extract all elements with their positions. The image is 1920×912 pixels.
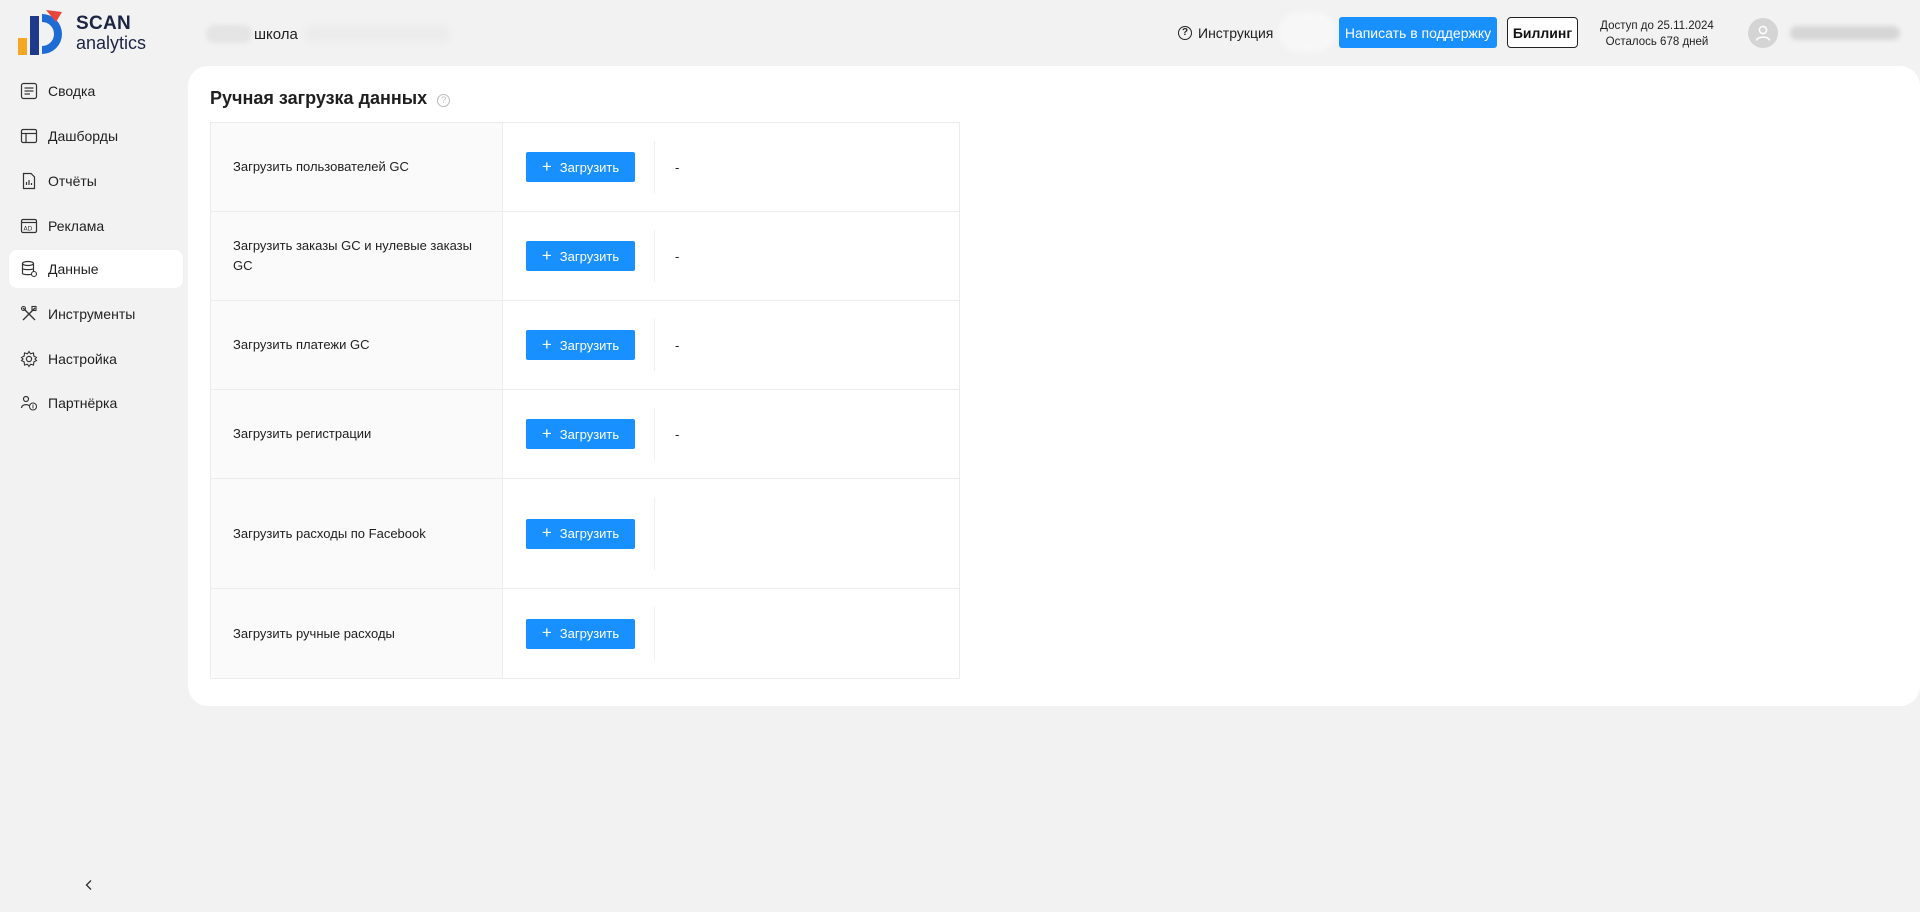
sidebar-item-dashboards[interactable]: Дашборды [9,117,183,155]
upload-button[interactable]: + Загрузить [526,241,635,271]
page-title-text: Ручная загрузка данных [210,88,428,108]
question-circle-icon: ? [1178,26,1192,40]
logo-mark-icon [18,10,72,56]
sidebar-item-label: Настройка [48,351,117,367]
row-status [655,479,959,588]
sidebar-item-ads[interactable]: AD Реклама [9,207,183,245]
user-icon [1755,25,1771,41]
plus-icon: + [541,523,552,542]
table-row: Загрузить платежи GC + Загрузить - [211,301,959,390]
plus-icon: + [541,423,552,443]
tools-icon [19,304,39,324]
row-status [655,589,959,678]
plus-icon: + [541,156,552,176]
row-status: - [675,337,680,353]
sidebar-item-settings[interactable]: Настройка [9,340,183,378]
row-status: - [675,159,680,175]
table-row: Загрузить пользователей GC + Загрузить - [211,123,959,212]
blurred-element [1278,12,1336,52]
sidebar-item-label: Данные [48,261,99,277]
sidebar-item-tools[interactable]: Инструменты [9,295,183,333]
upload-button[interactable]: + Загрузить [526,618,635,649]
instruction-link[interactable]: ? Инструкция [1178,23,1273,43]
page-title: Ручная загрузка данных ? [210,88,451,109]
instruction-label: Инструкция [1198,25,1274,41]
row-label: Загрузить регистрации [211,390,503,478]
database-icon [19,259,39,279]
sidebar-item-reports[interactable]: Отчёты [9,162,183,200]
support-button[interactable]: Написать в поддержку [1339,17,1497,48]
sidebar-item-label: Реклама [48,218,105,234]
sidebar-item-summary[interactable]: Сводка [9,72,183,110]
row-label: Загрузить расходы по Facebook [211,479,503,588]
table-row: Загрузить заказы GC и нулевые заказы GC … [211,212,959,301]
svg-text:AD: AD [24,226,33,233]
row-label: Загрузить заказы GC и нулевые заказы GC [211,212,503,300]
sidebar-item-data[interactable]: Данные [9,250,183,288]
chevron-left-icon [85,880,92,890]
upload-button[interactable]: + Загрузить [526,419,635,449]
top-header: SCAN analytics школа ? Инструкция Написа… [0,0,1920,66]
access-info: Доступ до 25.11.2024 Осталось 678 дней [1592,18,1722,50]
upload-button[interactable]: + Загрузить [526,518,635,549]
logo-text-line2: analytics [76,33,147,53]
project-name-blurred-prefix [206,25,252,43]
row-label: Загрузить платежи GC [211,301,503,389]
project-name: школа [254,25,298,43]
days-left: Осталось 678 дней [1605,36,1709,48]
row-label: Загрузить ручные расходы [211,589,503,678]
plus-icon: + [541,245,552,265]
report-icon [19,171,39,191]
ads-icon: AD [19,216,39,236]
avatar[interactable] [1748,18,1778,48]
dashboard-icon [19,126,39,146]
upload-table: Загрузить пользователей GC + Загрузить - … [210,122,960,679]
row-status: - [675,426,680,442]
user-name-blurred[interactable] [1790,26,1900,40]
sidebar: Сводка Дашборды Отчёты AD Реклама Данные… [0,66,188,912]
sidebar-item-partner[interactable]: Партнёрка [9,384,183,422]
access-until: Доступ до 25.11.2024 [1600,20,1714,32]
sidebar-item-label: Отчёты [48,173,97,189]
summary-icon [19,81,39,101]
question-circle-icon[interactable]: ? [437,93,451,107]
row-label: Загрузить пользователей GC [211,123,503,211]
plus-icon: + [541,623,552,642]
logo-text-line1: SCAN [76,13,132,34]
sidebar-item-label: Партнёрка [48,395,118,411]
sidebar-item-label: Инструменты [48,306,136,322]
collapse-sidebar-button[interactable] [80,876,98,894]
main-card: Ручная загрузка данных ? Загрузить польз… [188,66,1920,706]
table-row: Загрузить расходы по Facebook + Загрузить [211,479,959,589]
sidebar-item-label: Дашборды [48,128,118,144]
row-status: - [675,248,680,264]
partner-icon [19,393,39,413]
project-selector[interactable]: школа [206,20,450,48]
upload-button[interactable]: + Загрузить [526,330,635,360]
project-name-blurred-suffix [303,25,450,43]
scan-analytics-logo[interactable]: SCAN analytics [18,10,168,56]
plus-icon: + [541,334,552,354]
upload-button[interactable]: + Загрузить [526,152,635,182]
billing-button[interactable]: Биллинг [1507,17,1578,48]
table-row: Загрузить регистрации + Загрузить - [211,390,959,479]
sidebar-item-label: Сводка [48,83,96,99]
settings-icon [19,349,39,369]
table-row: Загрузить ручные расходы + Загрузить [211,589,959,678]
